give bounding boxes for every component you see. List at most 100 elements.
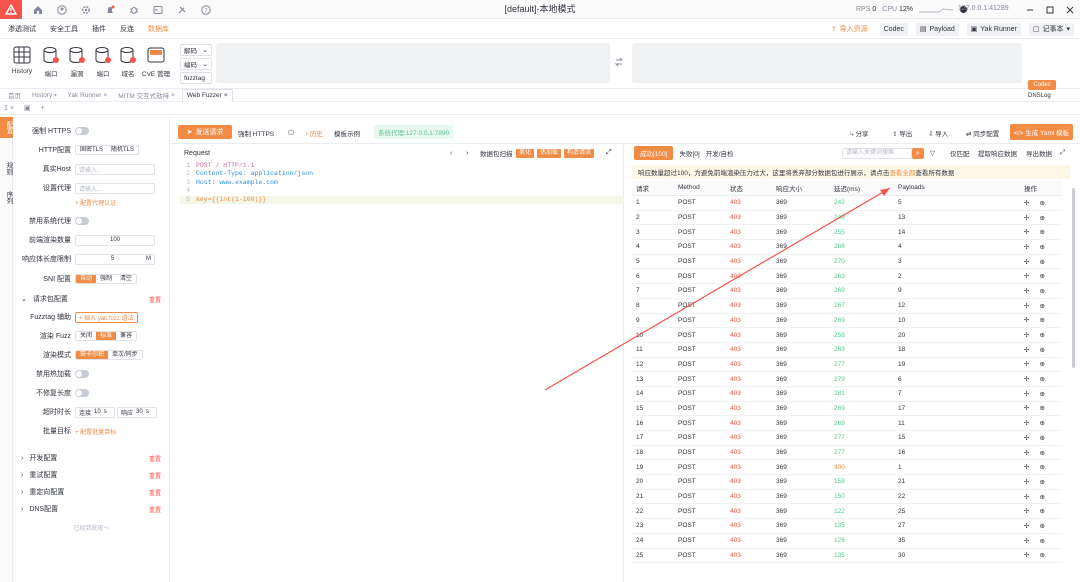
vtab-rules[interactable]: 规则 bbox=[0, 158, 13, 179]
reset-link[interactable]: 重置 bbox=[149, 295, 161, 304]
next-icon[interactable]: › bbox=[466, 150, 468, 157]
decode-select[interactable]: 解码 ⌄ bbox=[180, 44, 212, 56]
tls-options[interactable]: 国密TLS 随机TLS bbox=[75, 145, 140, 155]
section-request-package[interactable]: ⌄ 请求包配置 重置 bbox=[21, 292, 169, 306]
send-request-button[interactable]: ➤ 发送请求 bbox=[178, 125, 232, 139]
payload-menu-button[interactable]: ▤ Payload bbox=[915, 22, 959, 36]
table-row[interactable]: 1 POST 403 369 242 5 ✢ ⊕ bbox=[632, 196, 1062, 211]
search-icon[interactable]: ⌕ bbox=[912, 147, 924, 159]
more-icon[interactable]: ⊕ bbox=[1039, 434, 1044, 442]
vtab-config[interactable]: 配置 bbox=[0, 117, 13, 138]
table-row[interactable]: 22 POST 403 369 122 25 ✢ ⊕ bbox=[632, 504, 1062, 520]
share-button[interactable]: ⤷ 分享 bbox=[850, 128, 868, 139]
pin-icon[interactable]: ✢ bbox=[1024, 404, 1029, 412]
history-link[interactable]: ◔ 历史 bbox=[304, 128, 323, 138]
proxy-input[interactable]: 请输入... bbox=[75, 182, 155, 194]
table-row[interactable]: 10 POST 403 369 256 20 ✢ ⊕ bbox=[632, 328, 1062, 343]
menu-security-tools[interactable]: 安全工具 bbox=[50, 24, 78, 34]
tab-web-fuzzer[interactable]: Web Fuzzer × bbox=[181, 88, 233, 102]
tab-history[interactable]: History ▪ bbox=[28, 89, 61, 102]
expand-icon[interactable]: ⤢ bbox=[606, 149, 612, 157]
tab-success[interactable]: 成功[100] bbox=[634, 146, 674, 160]
add-tab-icon[interactable]: + bbox=[41, 105, 45, 112]
no-fix-length-switch[interactable] bbox=[75, 389, 89, 397]
more-icon[interactable]: ⊕ bbox=[1039, 551, 1044, 559]
render-fuzz-options[interactable]: 关闭 标准 兼容 bbox=[75, 331, 138, 341]
swap-icon[interactable] bbox=[614, 57, 624, 67]
sync-config-button[interactable]: ⇄ 同步配置 bbox=[966, 128, 999, 138]
table-row[interactable]: 18 POST 403 369 277 16 ✢ ⊕ bbox=[632, 446, 1062, 461]
more-icon[interactable]: ⊕ bbox=[1039, 390, 1044, 398]
force-https-checkbox[interactable]: 强制 HTTPS bbox=[238, 128, 274, 138]
request-editor[interactable]: 1 POST / HTTP/1.1 2 Content-Type: applicat… bbox=[180, 162, 624, 222]
tool-cve[interactable]: CVE 管理 bbox=[141, 45, 171, 78]
filter-icon[interactable]: ▽ bbox=[930, 149, 935, 157]
table-row[interactable]: 9 POST 403 369 269 10 ✢ ⊕ bbox=[632, 314, 1062, 329]
pin-icon[interactable]: ✢ bbox=[1024, 331, 1029, 339]
pin-icon[interactable]: ✢ bbox=[1024, 243, 1029, 251]
pin-icon[interactable]: ✢ bbox=[1024, 493, 1029, 501]
pin-icon[interactable]: ✢ bbox=[1024, 478, 1029, 486]
table-row[interactable]: 16 POST 403 369 269 11 ✢ ⊕ bbox=[632, 416, 1062, 431]
export-data-button[interactable]: 导出数据 bbox=[1026, 148, 1052, 158]
pin-icon[interactable]: ✢ bbox=[1024, 449, 1029, 457]
more-icon[interactable]: ⊕ bbox=[1039, 316, 1044, 324]
close-icon[interactable] bbox=[1060, 0, 1080, 19]
notes-menu-button[interactable]: ▢ 记事本 ▾ bbox=[1028, 22, 1074, 36]
section-redirect[interactable]: › 重定向配置 重置 bbox=[21, 485, 169, 499]
table-row[interactable]: 6 POST 403 369 263 2 ✢ ⊕ bbox=[632, 269, 1062, 285]
bell-icon[interactable] bbox=[98, 0, 122, 19]
bug-icon[interactable] bbox=[122, 0, 146, 19]
more-icon[interactable]: ⊕ bbox=[1039, 507, 1044, 515]
pin-icon[interactable]: ✢ bbox=[1024, 272, 1029, 280]
pin-icon[interactable]: ✢ bbox=[1024, 360, 1029, 368]
tool-domain[interactable]: 域名 bbox=[113, 45, 143, 78]
pin-icon[interactable]: ✢ bbox=[1024, 463, 1029, 471]
only-match-button[interactable]: 仅匹配 bbox=[950, 148, 970, 158]
table-row[interactable]: 5 POST 403 369 270 3 ✢ ⊕ bbox=[632, 255, 1062, 270]
save-icon[interactable]: ▣ bbox=[24, 104, 31, 112]
section-dev[interactable]: › 开发配置 重置 bbox=[21, 451, 169, 465]
user-icon[interactable] bbox=[50, 0, 74, 19]
menu-database[interactable]: 数据库 bbox=[148, 24, 169, 34]
more-icon[interactable]: ⊕ bbox=[1039, 272, 1044, 280]
close-icon[interactable]: × bbox=[171, 92, 175, 99]
table-row[interactable]: 21 POST 403 369 150 22 ✢ ⊕ bbox=[632, 490, 1062, 505]
more-icon[interactable]: ⊕ bbox=[1039, 449, 1044, 457]
menu-pentest[interactable]: 渗透测试 bbox=[8, 24, 36, 34]
resp-timeout-input[interactable]: 响应 30 s bbox=[117, 406, 157, 418]
pin-icon[interactable]: ✢ bbox=[1024, 537, 1029, 545]
force-https-switch[interactable] bbox=[75, 127, 89, 135]
pin-icon[interactable]: ✢ bbox=[1024, 434, 1029, 442]
close-icon[interactable]: × bbox=[103, 92, 107, 99]
more-icon[interactable]: ⊕ bbox=[1039, 302, 1044, 310]
generate-yaml-button[interactable]: </> 生成 Yaml 模板 bbox=[1010, 124, 1074, 140]
table-row[interactable]: 2 POST 403 369 249 13 ✢ ⊕ bbox=[632, 211, 1062, 226]
pin-icon[interactable]: ✢ bbox=[1024, 551, 1029, 559]
help-icon[interactable]: ? bbox=[194, 0, 218, 19]
codec-tab-button[interactable]: Codec bbox=[1028, 80, 1056, 90]
template-example-link[interactable]: 模板示例 bbox=[334, 128, 360, 138]
tab-fail[interactable]: 失败[0] bbox=[679, 148, 699, 158]
more-icon[interactable]: ⊕ bbox=[1039, 228, 1044, 236]
tool-history[interactable]: History bbox=[7, 45, 37, 75]
section-retry[interactable]: › 重试配置 重置 bbox=[21, 468, 169, 482]
yak-runner-menu-button[interactable]: ▣ Yak Runner bbox=[966, 22, 1021, 36]
beautify-button[interactable]: 美化 bbox=[516, 148, 535, 158]
terminal-icon[interactable] bbox=[146, 0, 170, 19]
pin-icon[interactable]: ✢ bbox=[1024, 375, 1029, 383]
pin-icon[interactable]: ✢ bbox=[1024, 522, 1029, 530]
more-icon[interactable]: ⊕ bbox=[1039, 493, 1044, 501]
more-icon[interactable]: ⊕ bbox=[1039, 404, 1044, 412]
section-dns[interactable]: › DNS配置 重置 bbox=[21, 502, 169, 516]
render-count-input[interactable]: 100 bbox=[75, 234, 155, 246]
more-icon[interactable]: ⊕ bbox=[1039, 360, 1044, 368]
render-mode-options[interactable]: 笛卡尔积 单次/同步 bbox=[75, 350, 143, 360]
table-scrollbar[interactable] bbox=[1072, 188, 1075, 368]
tab-mitm[interactable]: MITM 交互式劫持 × bbox=[114, 89, 179, 102]
fuzztag-button[interactable]: fuzztag bbox=[180, 72, 212, 84]
more-icon[interactable]: ⊕ bbox=[1039, 346, 1044, 354]
pin-icon[interactable]: ✢ bbox=[1024, 316, 1029, 324]
menu-reverse[interactable]: 反连 bbox=[120, 24, 134, 34]
tab-home[interactable]: 首页 bbox=[4, 89, 25, 102]
